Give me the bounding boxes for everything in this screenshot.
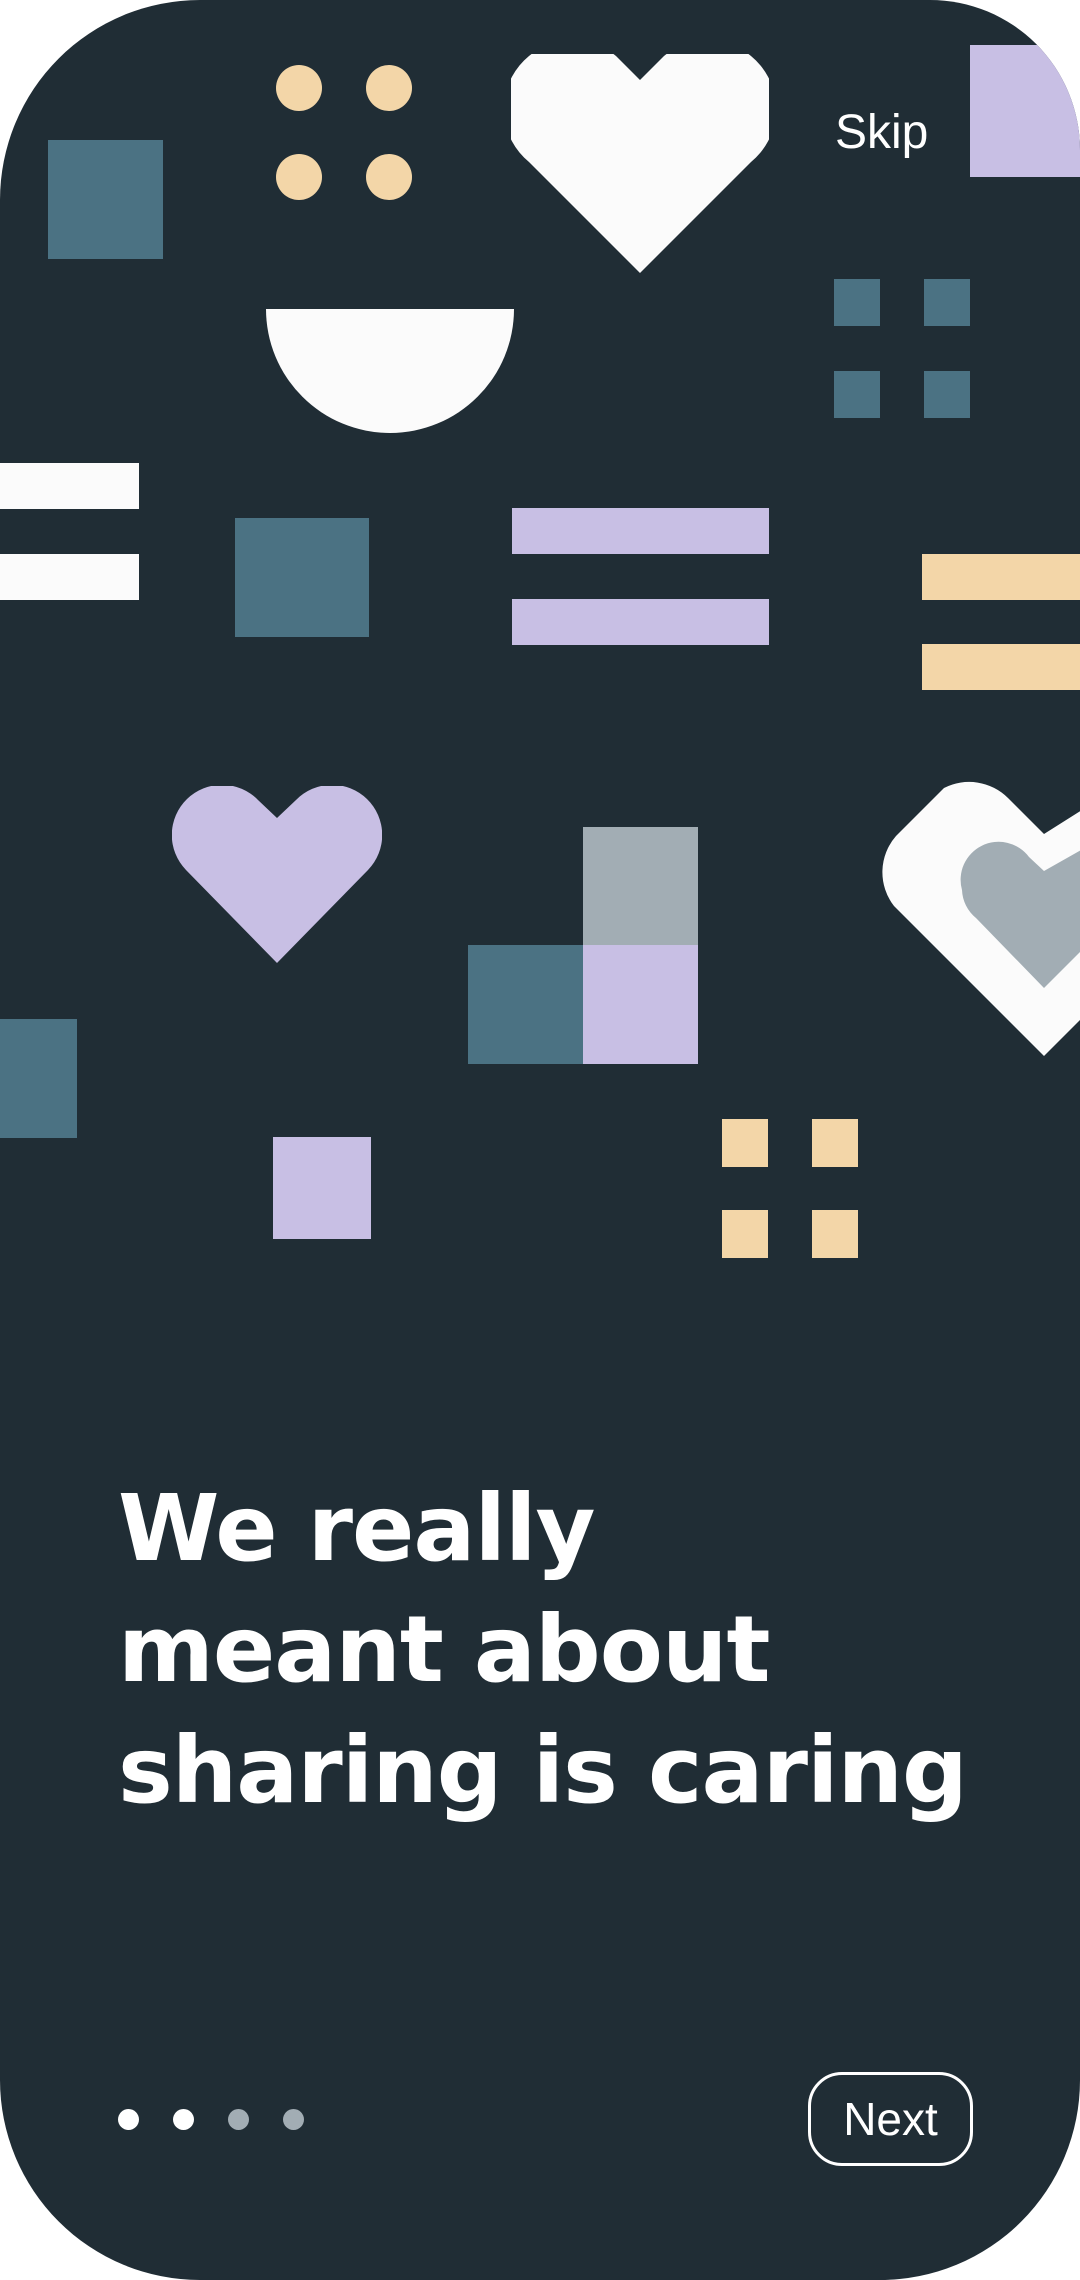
dot-pattern-shape xyxy=(276,154,322,200)
square-shape xyxy=(0,1019,77,1138)
square-shape xyxy=(834,371,880,418)
page-dot xyxy=(228,2109,249,2130)
square-shape xyxy=(583,945,698,1064)
heart-icon xyxy=(172,786,382,963)
square-shape xyxy=(834,279,880,326)
square-shape xyxy=(722,1210,768,1258)
bar-shape xyxy=(922,644,1080,690)
square-shape xyxy=(722,1119,768,1167)
next-button[interactable]: Next xyxy=(808,2072,973,2166)
bar-shape xyxy=(922,554,1080,600)
heart-icon xyxy=(511,54,769,273)
page-dot xyxy=(283,2109,304,2130)
dot-pattern-shape xyxy=(366,154,412,200)
square-shape xyxy=(468,945,583,1064)
square-shape xyxy=(924,371,970,418)
half-circle-shape xyxy=(266,309,514,433)
skip-button[interactable]: Skip xyxy=(835,101,955,165)
square-shape xyxy=(235,518,369,637)
dot-pattern-shape xyxy=(366,65,412,111)
square-shape xyxy=(812,1210,858,1258)
bar-shape xyxy=(0,463,139,509)
page-dot xyxy=(173,2109,194,2130)
square-shape xyxy=(924,279,970,326)
square-shape xyxy=(970,45,1080,177)
square-shape xyxy=(273,1137,371,1239)
headline-line: We really xyxy=(118,1475,596,1582)
onboarding-headline: We really meant about sharing is caring xyxy=(118,1468,1018,1831)
heart-icon xyxy=(882,781,1080,1056)
bar-shape xyxy=(512,599,769,645)
bar-shape xyxy=(0,554,139,600)
headline-line: meant about xyxy=(118,1596,770,1703)
headline-line: sharing is caring xyxy=(118,1717,968,1824)
onboarding-screen: Skip We really meant about sharing is ca… xyxy=(0,0,1080,2280)
square-shape xyxy=(812,1119,858,1167)
square-shape xyxy=(48,140,163,259)
page-dot xyxy=(118,2109,139,2130)
bar-shape xyxy=(512,508,769,554)
square-shape xyxy=(583,827,698,945)
dot-pattern-shape xyxy=(276,65,322,111)
